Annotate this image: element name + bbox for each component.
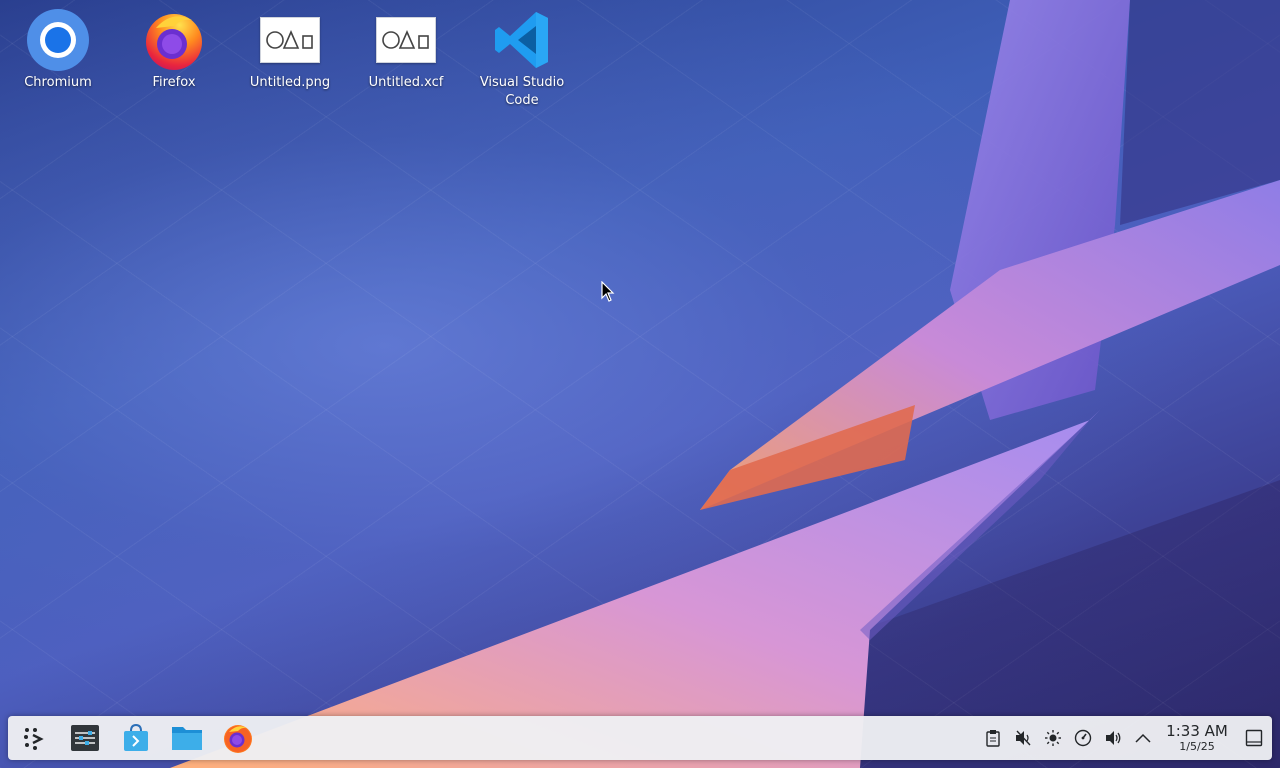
desktop-icon-firefox[interactable]: Firefox xyxy=(124,8,224,92)
file-manager-icon xyxy=(172,727,202,750)
show-desktop-icon xyxy=(1245,729,1263,747)
wallpaper-ribbon xyxy=(170,0,1280,768)
system-tray: 1:33 AM 1/5/25 xyxy=(978,716,1272,760)
desktop-icon-label: Untitled.xcf xyxy=(368,75,444,90)
image-file-icon xyxy=(258,8,322,72)
desktop-icon-label: Firefox xyxy=(152,75,196,90)
audio-muted-icon xyxy=(1016,730,1031,746)
desktop-icon-untitled-png[interactable]: Untitled.png xyxy=(240,8,340,92)
brightness-icon xyxy=(1045,730,1061,746)
firefox-icon xyxy=(224,725,252,753)
clipboard-button[interactable] xyxy=(978,716,1008,760)
chevron-up-icon xyxy=(1135,733,1151,743)
desktop-icon-vscode[interactable]: Visual Studio Code xyxy=(472,8,572,110)
image-file-icon xyxy=(374,8,438,72)
mouse-cursor-icon xyxy=(601,281,615,302)
show-desktop-button[interactable] xyxy=(1236,716,1272,760)
tray-expand-button[interactable] xyxy=(1128,716,1158,760)
taskbar-firefox-button[interactable] xyxy=(216,716,260,760)
clipboard-icon xyxy=(986,730,1000,747)
desktop-icon-label: Chromium xyxy=(24,75,92,90)
digital-clock[interactable]: 1:33 AM 1/5/25 xyxy=(1158,721,1236,754)
firefox-icon xyxy=(142,8,206,72)
clock-time: 1:33 AM xyxy=(1166,721,1228,740)
vscode-icon xyxy=(490,8,554,72)
application-launcher-icon xyxy=(24,728,44,750)
discover-button[interactable] xyxy=(114,716,158,760)
desktop-icon-label: Untitled.png xyxy=(249,75,331,90)
volume-button[interactable] xyxy=(1098,716,1128,760)
volume-icon xyxy=(1106,731,1121,745)
application-launcher-button[interactable] xyxy=(12,716,56,760)
clock-date: 1/5/25 xyxy=(1179,739,1215,753)
desktop-icon-label: Visual Studio Code xyxy=(479,75,565,108)
file-manager-button[interactable] xyxy=(165,716,209,760)
power-profile-icon xyxy=(1074,729,1092,747)
desktop-icon-chromium[interactable]: Chromium xyxy=(8,8,108,92)
brightness-button[interactable] xyxy=(1038,716,1068,760)
system-settings-icon xyxy=(71,725,99,751)
power-profile-button[interactable] xyxy=(1068,716,1098,760)
system-settings-button[interactable] xyxy=(63,716,107,760)
desktop[interactable]: Chromium Firefox Untitled.png Untitled.x… xyxy=(0,0,1280,768)
audio-muted-button[interactable] xyxy=(1008,716,1038,760)
discover-store-icon xyxy=(124,723,148,751)
desktop-icon-untitled-xcf[interactable]: Untitled.xcf xyxy=(356,8,456,92)
taskbar: 1:33 AM 1/5/25 xyxy=(8,716,1272,760)
chromium-icon xyxy=(26,8,90,72)
